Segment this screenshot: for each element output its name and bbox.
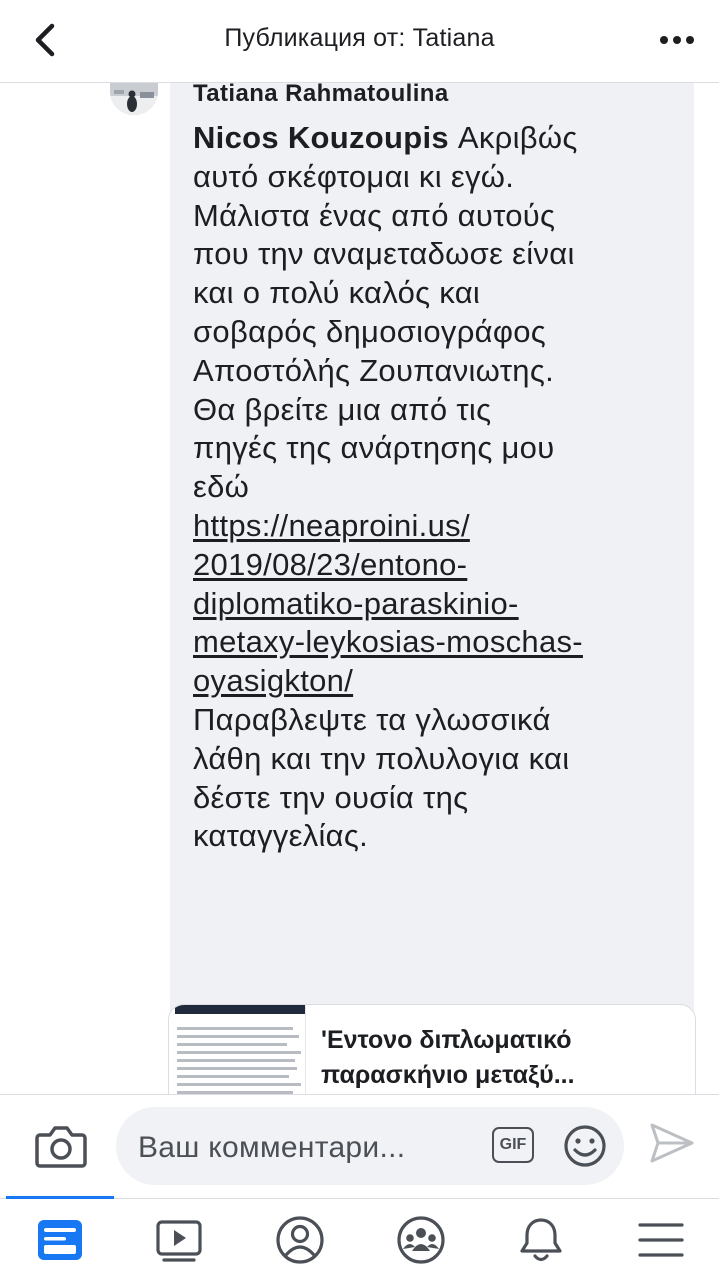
comment-author[interactable]: Tatiana Rahmatoulina (193, 82, 449, 109)
tab-notifications[interactable] (514, 1213, 568, 1267)
comment-line: εδώ (193, 469, 250, 505)
comment-line: και ο πολύ καλός και (193, 275, 481, 311)
camera-icon (35, 1126, 87, 1168)
link-preview-thumbnail (169, 1005, 306, 1094)
video-play-icon (156, 1220, 202, 1262)
comment-composer: Ваш комментари... GIF (0, 1094, 719, 1199)
send-button[interactable] (648, 1121, 696, 1165)
comment-input[interactable]: Ваш комментари... (138, 1131, 478, 1165)
comment-line: σοβαρός δημοσιογράφος (193, 313, 547, 349)
tab-profile[interactable] (273, 1213, 327, 1267)
smiley-icon (564, 1125, 606, 1167)
avatar[interactable] (110, 82, 158, 115)
more-horizontal-icon (660, 36, 694, 44)
mention-link[interactable]: Nicos Kouzoupis (193, 120, 449, 155)
send-icon (650, 1123, 694, 1163)
url-link-line[interactable]: 2019/08/23/entono- (193, 546, 681, 585)
comment-line: δέστε την ουσία της (193, 779, 469, 815)
profile-icon (276, 1216, 324, 1264)
comment-line: καταγγελίας. (193, 818, 369, 854)
avatar-photo (110, 82, 158, 115)
news-feed-icon (38, 1220, 82, 1260)
bottom-tab-bar (0, 1196, 719, 1281)
url-link-line[interactable]: oyasigkton/ (193, 662, 681, 701)
comment-line: αυτό σκέφτομαι κι εγώ. (193, 158, 515, 194)
tab-watch[interactable] (152, 1213, 206, 1267)
more-options-button[interactable] (657, 28, 697, 52)
groups-icon (397, 1216, 445, 1264)
bell-icon (520, 1218, 562, 1262)
comment-thread[interactable]: Tatiana Rahmatoulina Nicos Kouzoupis Ακρ… (0, 82, 719, 1094)
url-link-line[interactable]: metaxy-leykosias-moschas- (193, 623, 681, 662)
page-title: Публикация от: Tatiana (224, 24, 495, 52)
tab-groups[interactable] (394, 1213, 448, 1267)
link-preview-card[interactable]: 'Εντονο διπλωματικό παρασκήνιο μεταξύ... (168, 1004, 696, 1094)
link-preview-title[interactable]: 'Εντονο διπλωματικό παρασκήνιο μεταξύ... (321, 1023, 681, 1093)
gif-button[interactable]: GIF (492, 1127, 534, 1163)
camera-button[interactable] (34, 1123, 88, 1169)
comment-line: που την αναμεταδωσε είναι (193, 236, 575, 272)
active-tab-indicator (6, 1196, 114, 1199)
emoji-button[interactable] (562, 1123, 608, 1169)
url-link-line[interactable]: https://neaproini.us/ (193, 507, 681, 546)
comment-line: Nicos Kouzoupis Ακριβώς (193, 120, 578, 155)
comment-field[interactable]: Ваш комментари... GIF (116, 1107, 624, 1185)
hamburger-menu-icon (638, 1223, 684, 1257)
comment-line: Αποστόλής Ζουπανιωτης. (193, 352, 554, 388)
tab-menu[interactable] (634, 1213, 688, 1267)
comment-line: Παραβλεψτε τα γλωσσικά (193, 701, 551, 737)
tab-news-feed[interactable] (33, 1213, 87, 1267)
url-link-line[interactable]: diplomatiko-paraskinio- (193, 585, 681, 624)
top-bar: Публикация от: Tatiana (0, 0, 719, 83)
comment-body: Nicos Kouzoupis Ακριβώς αυτό σκέφτομαι κ… (193, 119, 681, 856)
comment-line: Μάλιστα ένας από αυτούς (193, 197, 556, 233)
comment-line: λάθη και την πολυλογια και (193, 740, 570, 776)
comment-line: Θα βρείτε μια από τις (193, 391, 492, 427)
comment-line: πηγές της ανάρτησης μου (193, 430, 555, 466)
